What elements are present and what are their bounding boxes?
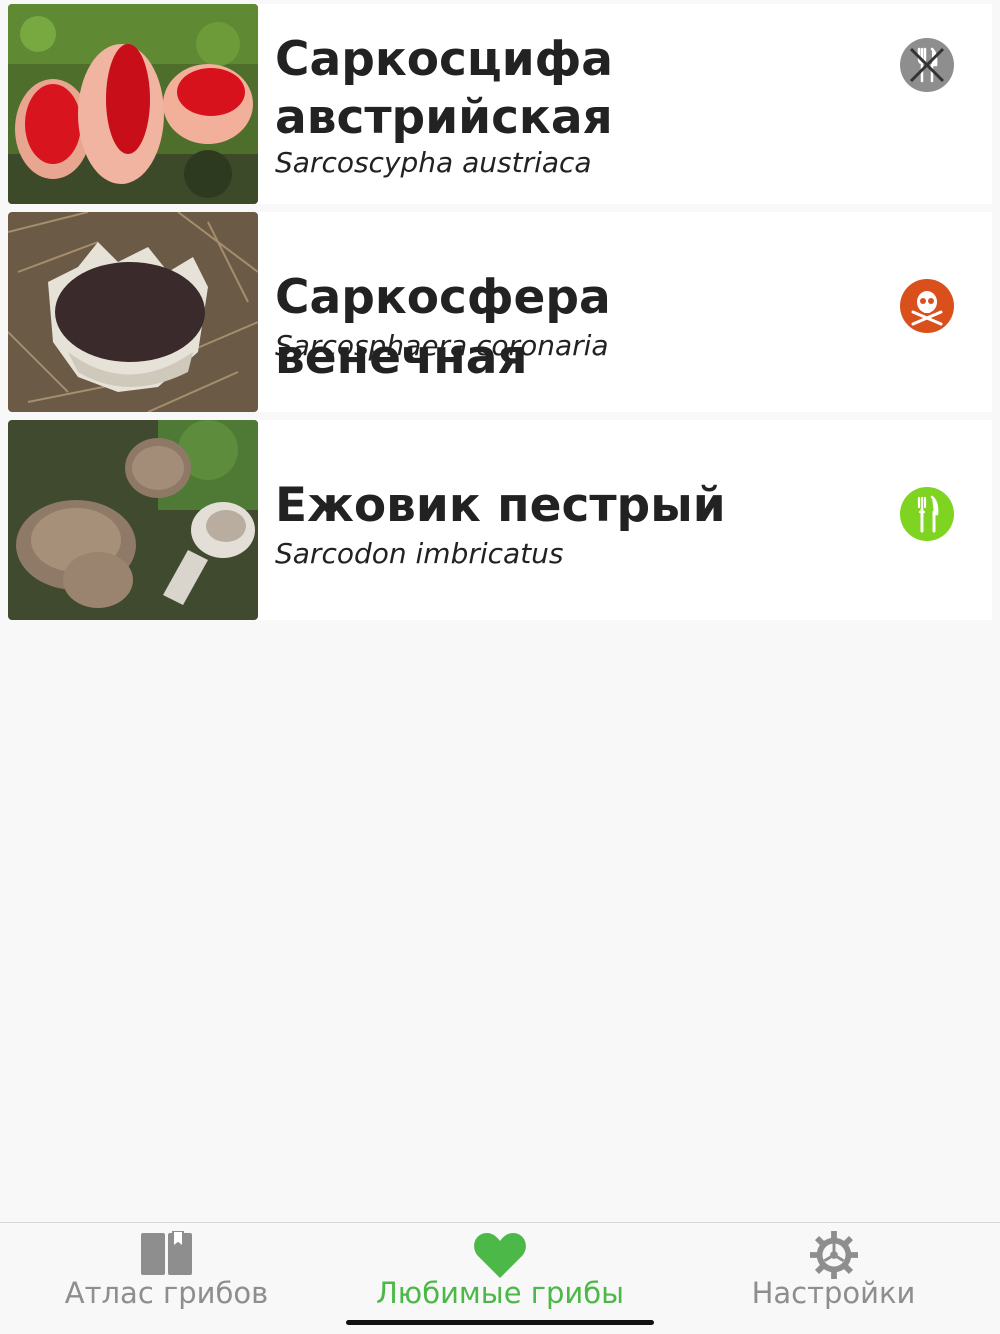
tab-favorites[interactable]: Любимые грибы (350, 1223, 650, 1323)
tab-atlas[interactable]: Атлас грибов (33, 1223, 300, 1323)
mushroom-name-line-1: Саркосцифа (275, 32, 614, 87)
edible-icon (899, 486, 955, 542)
mushroom-photo (8, 4, 258, 204)
tab-label: Настройки (751, 1276, 916, 1310)
mushroom-photo (8, 212, 258, 412)
tab-bar: Атлас грибов Любимые грибы Настройки (0, 1222, 1000, 1334)
mushroom-latin-name: Sarcosphaera coronaria (275, 329, 609, 362)
mushroom-name-line-1: Ежовик пестрый (275, 478, 726, 533)
home-indicator (346, 1320, 654, 1325)
list-item-sarcoscypha[interactable]: Саркосцифа австрийская Sarcoscypha austr… (8, 4, 992, 204)
mushroom-photo (8, 420, 258, 620)
mushroom-latin-name: Sarcodon imbricatus (275, 537, 564, 570)
favorites-screen: Саркосцифа австрийская Sarcoscypha austr… (0, 0, 1000, 1334)
tab-label: Атлас грибов (64, 1276, 269, 1310)
list-item-sarcosphaera[interactable]: Саркосфера венечная Sarcosphaera coronar… (8, 212, 992, 412)
tab-label: Любимые грибы (375, 1276, 625, 1310)
mushroom-latin-name: Sarcoscypha austriaca (275, 146, 592, 179)
list-item-sarcodon[interactable]: Ежовик пестрый Sarcodon imbricatus (8, 420, 992, 620)
tab-settings[interactable]: Настройки (700, 1223, 967, 1323)
poisonous-icon (899, 278, 955, 334)
book-icon (140, 1230, 193, 1281)
inedible-icon (899, 37, 955, 93)
mushroom-name-line-2: австрийская (275, 90, 613, 145)
